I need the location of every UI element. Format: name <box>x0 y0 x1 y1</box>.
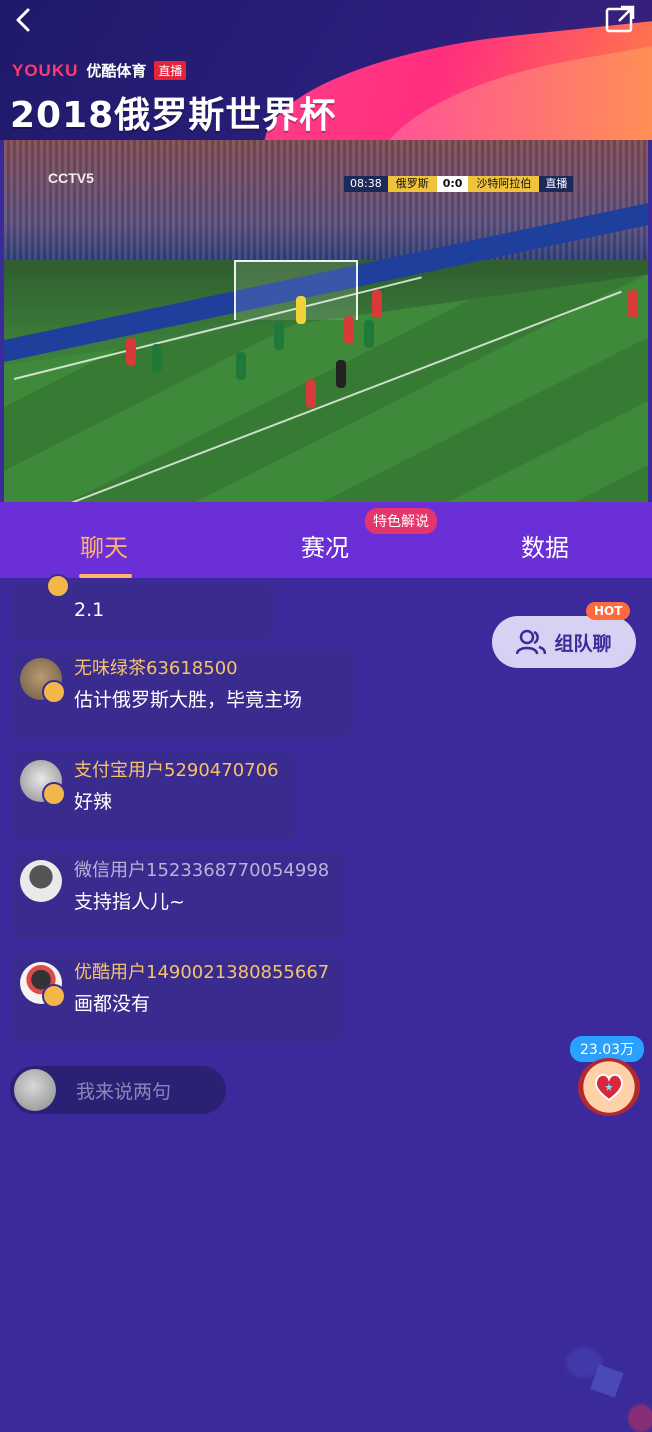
channel-logo: CCTV5 <box>48 170 94 186</box>
comment-placeholder: 我来说两句 <box>76 1080 172 1103</box>
video-player[interactable]: CCTV5 08:38 俄罗斯 0:0 沙特阿拉伯 直播 <box>4 140 648 502</box>
tab-chat[interactable]: 聊天 <box>80 528 128 563</box>
like-button[interactable] <box>578 1058 640 1116</box>
player <box>372 290 382 318</box>
player <box>236 352 246 380</box>
message-text: 画都没有 <box>74 993 151 1015</box>
message-text: 估计俄罗斯大胜，毕竟主场 <box>74 689 303 711</box>
message-text: 好辣 <box>74 791 113 813</box>
tab-stats[interactable]: 数据 <box>521 528 569 563</box>
match-time: 08:38 <box>344 176 388 192</box>
player <box>364 320 374 348</box>
tab-bar: 聊天 赛况 数据 <box>0 502 652 578</box>
chat-message: 优酷用户1490021380855667 画都没有 <box>12 954 344 1042</box>
floating-decoration <box>628 1404 652 1432</box>
live-tag: 直播 <box>154 61 187 80</box>
player <box>274 322 284 350</box>
chat-message: 微信用户1523368770054998 支持指人儿~ <box>12 852 344 940</box>
referee <box>336 360 346 388</box>
back-arrow-icon[interactable] <box>10 6 38 34</box>
username[interactable]: 优酷用户1490021380855667 <box>74 962 332 984</box>
home-team: 俄罗斯 <box>387 176 437 192</box>
comment-input[interactable]: 我来说两句 <box>10 1066 226 1114</box>
chat-message: 无味绿茶63618500 估计俄罗斯大胜，毕竟主场 <box>12 650 354 738</box>
team-chat-label: 组队聊 <box>554 632 612 655</box>
player <box>152 344 162 372</box>
away-team: 沙特阿拉伯 <box>468 176 540 192</box>
player <box>126 338 136 366</box>
brand-row: YOUKU 优酷体育 直播 <box>12 60 187 81</box>
team-chat-button[interactable]: 组队聊 <box>492 616 636 668</box>
heart-icon <box>594 1073 624 1102</box>
vip-badge-icon <box>42 984 66 1008</box>
my-avatar <box>14 1069 56 1111</box>
event-title: 2018俄罗斯世界杯 <box>10 95 337 136</box>
goalkeeper <box>296 296 306 324</box>
username[interactable]: 微信用户1523368770054998 <box>74 860 332 882</box>
brand-subtitle: 优酷体育 <box>86 62 147 80</box>
chat-message: 支付宝用户5290470706 好辣 <box>12 752 296 840</box>
hot-badge: HOT <box>586 602 631 620</box>
username[interactable]: 支付宝用户5290470706 <box>74 760 284 782</box>
vip-badge-icon <box>42 782 66 806</box>
vip-badge-icon <box>46 574 70 598</box>
youku-logo: YOUKU <box>12 60 79 80</box>
live-status: 直播 <box>539 176 574 192</box>
scorebug: 08:38 俄罗斯 0:0 沙特阿拉伯 直播 <box>344 176 574 192</box>
username[interactable]: 无味绿茶63618500 <box>74 658 342 680</box>
special-commentary-badge: 特色解说 <box>365 508 437 534</box>
match-score: 0:0 <box>436 176 469 192</box>
event-banner: YOUKU 优酷体育 直播 2018俄罗斯世界杯 <box>0 0 652 140</box>
share-external-icon[interactable] <box>604 4 636 34</box>
vip-badge-icon <box>42 680 66 704</box>
chat-message: 2.1 <box>12 574 274 640</box>
player <box>344 316 354 344</box>
message-text: 支持指人儿~ <box>74 891 185 913</box>
tab-match-status[interactable]: 赛况 <box>301 528 349 563</box>
team-users-icon <box>516 629 547 655</box>
player <box>306 380 316 408</box>
user-avatar[interactable] <box>20 860 62 902</box>
message-text: 2.1 <box>74 599 105 621</box>
player <box>628 290 638 318</box>
